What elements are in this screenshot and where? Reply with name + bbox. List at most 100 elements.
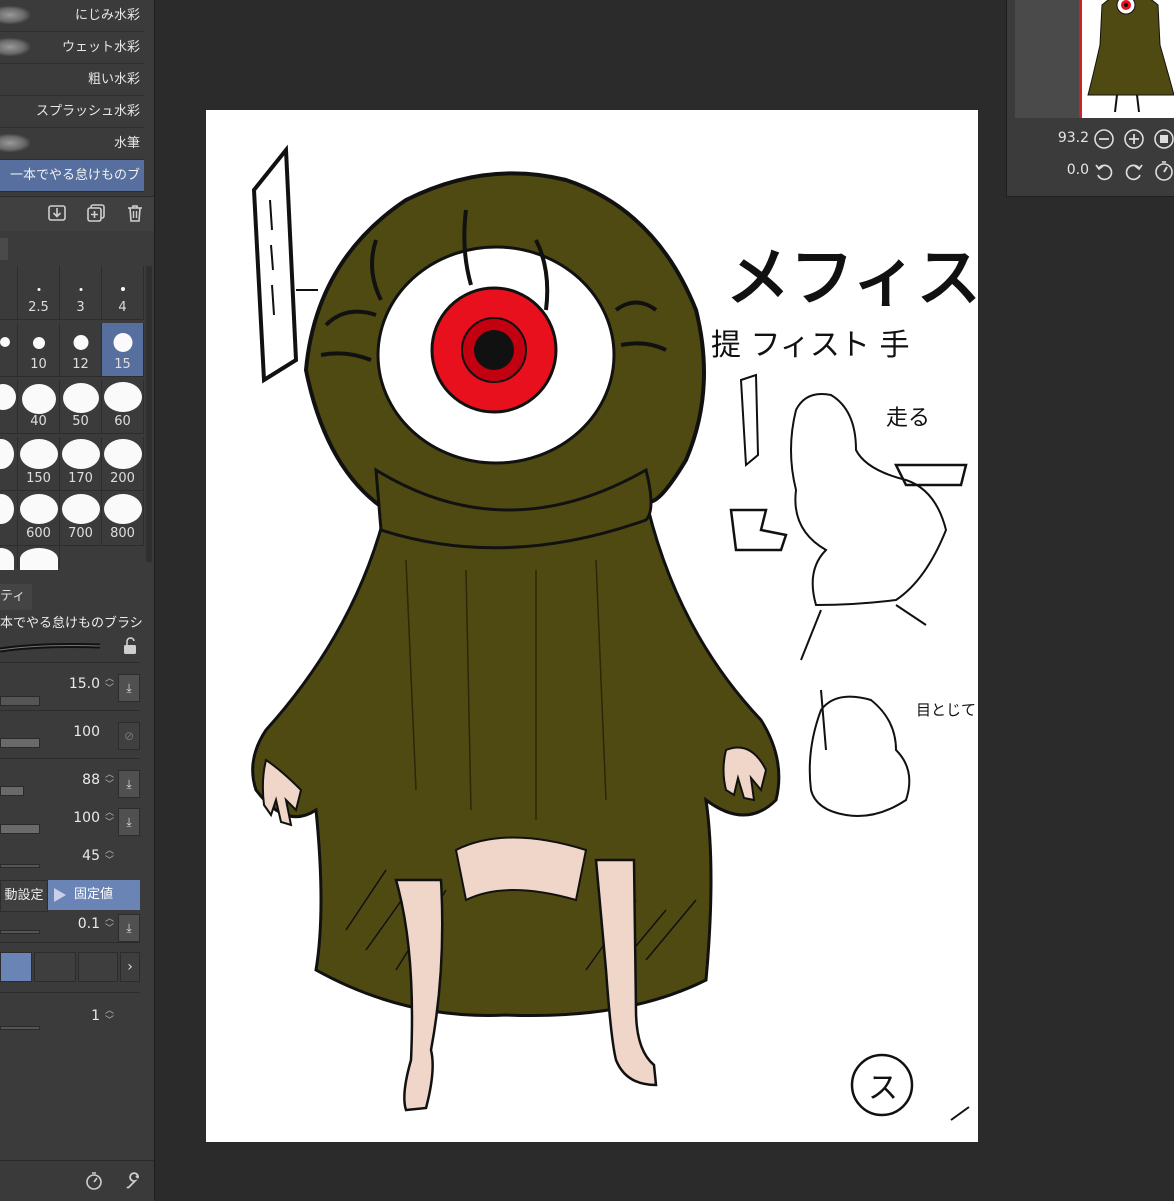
property-stepper[interactable]: ︿ ﹀ <box>105 846 114 866</box>
opacity-value: 100 <box>73 724 100 740</box>
rotation-value: 0.0 <box>1066 162 1089 178</box>
size-label: 700 <box>68 526 93 541</box>
size-cell[interactable]: 150 <box>18 437 60 491</box>
divider <box>0 758 140 759</box>
zoom-out-icon[interactable] <box>1093 128 1115 150</box>
fixed-value-label: 固定値 <box>74 887 114 902</box>
navigator-thumbnail[interactable] <box>1015 0 1174 118</box>
note-close-eyes: 目とじて すわる。 <box>916 701 978 719</box>
zoom-in-icon[interactable] <box>1123 128 1145 150</box>
trash-icon[interactable] <box>125 203 145 223</box>
brush-item-rough[interactable]: 粗い水彩 <box>0 64 144 96</box>
size-cell[interactable]: 2.5 <box>18 266 60 320</box>
size-cell[interactable] <box>0 323 18 377</box>
segment-option[interactable] <box>34 952 76 982</box>
chevron-right-icon[interactable]: › <box>120 952 140 982</box>
property-stepper[interactable]: ︿ ﹀ <box>105 914 114 934</box>
size-label: 800 <box>110 526 135 541</box>
size-cell[interactable] <box>0 492 18 546</box>
property-stepper[interactable]: ︿ ﹀ <box>105 808 114 828</box>
rotation-row: 0.0 <box>1015 154 1174 188</box>
divider <box>0 710 140 711</box>
brush-stroke-preview <box>0 636 101 656</box>
brush-item-wet[interactable]: ウェット水彩 <box>0 32 144 64</box>
size-cell[interactable]: 10 <box>18 323 60 377</box>
property-stepper[interactable]: ︿ ﹀ <box>105 770 114 790</box>
size-cell[interactable] <box>18 546 60 570</box>
size-cell[interactable]: 600 <box>18 492 60 546</box>
size-cell-selected[interactable]: 15 <box>102 323 144 377</box>
brush-stroke-preview <box>0 134 30 152</box>
unlock-icon[interactable] <box>120 636 140 656</box>
size-cell[interactable]: 170 <box>60 437 102 491</box>
panel-tab-edge <box>0 238 8 260</box>
artwork: メフィスト 提 フィスト 手 走る 目とじて すわる。 ス <box>251 144 978 1121</box>
fit-screen-icon[interactable] <box>1153 128 1174 150</box>
size-stepper[interactable]: ︿ ﹀ <box>105 674 114 694</box>
zoom-row: 93.2 <box>1015 122 1174 156</box>
tool-property-tab[interactable]: ティ <box>0 584 32 610</box>
size-grid-scrollbar[interactable] <box>146 266 152 562</box>
size-cell[interactable]: 700 <box>60 492 102 546</box>
duplicate-icon[interactable] <box>86 203 106 223</box>
size-cell[interactable]: 50 <box>60 380 102 434</box>
size-cell[interactable]: 12 <box>60 323 102 377</box>
size-cell[interactable] <box>0 546 18 570</box>
rotate-right-icon[interactable] <box>1123 160 1145 182</box>
thumbnail-canvas <box>1079 0 1174 118</box>
pressure-settings-button[interactable]: ⤓ <box>118 674 140 702</box>
size-label: 15 <box>114 357 131 372</box>
size-cell[interactable] <box>0 437 18 491</box>
segment-option[interactable] <box>0 952 32 982</box>
property-slider[interactable] <box>0 1026 40 1030</box>
brush-item-nijimi[interactable]: にじみ水彩 <box>0 0 144 32</box>
brush-label: ウェット水彩 <box>61 40 140 55</box>
dynamic-setting-button[interactable]: 動設定 <box>0 880 48 912</box>
size-label: 170 <box>68 471 93 486</box>
fixed-value-button[interactable]: 固定値 <box>48 880 140 910</box>
import-icon[interactable] <box>47 203 67 223</box>
brush-item-water-brush[interactable]: 水筆 <box>0 128 144 160</box>
size-cell[interactable] <box>0 380 18 434</box>
size-cell[interactable]: 40 <box>18 380 60 434</box>
brush-name: 本でやる怠けものブラシ <box>0 616 143 631</box>
opacity-slider[interactable] <box>0 738 40 748</box>
rotate-left-icon[interactable] <box>1093 160 1115 182</box>
size-cell[interactable]: 800 <box>102 492 144 546</box>
divider <box>0 992 140 993</box>
timer-icon[interactable] <box>84 1171 104 1191</box>
artwork-subtitle: 提 フィスト 手 <box>711 328 909 363</box>
property-slider[interactable] <box>0 824 40 834</box>
pressure-settings-button[interactable]: ⤓ <box>118 914 140 942</box>
size-label: 50 <box>72 414 89 429</box>
property-value: 100 <box>73 810 100 826</box>
size-cell[interactable] <box>0 266 18 320</box>
wrench-icon[interactable] <box>124 1171 144 1191</box>
property-stepper[interactable]: ︿ ﹀ <box>105 1006 114 1026</box>
size-cell[interactable]: 200 <box>102 437 144 491</box>
size-label: 4 <box>118 300 127 315</box>
size-cell[interactable]: 3 <box>60 266 102 320</box>
size-slider[interactable] <box>0 696 40 706</box>
segment-option[interactable] <box>78 952 118 982</box>
pressure-settings-button[interactable]: ⤓ <box>118 808 140 836</box>
property-row-45: 45 ︿ ﹀ <box>0 844 154 880</box>
size-cell[interactable]: 60 <box>102 380 144 434</box>
brush-item-splash[interactable]: スプラッシュ水彩 <box>0 96 144 128</box>
size-label: 40 <box>30 414 47 429</box>
brush-stroke-preview <box>0 6 30 24</box>
artwork-title: メフィスト <box>726 242 978 316</box>
brush-item-lazy[interactable]: 一本でやる怠けものブ <box>0 160 144 192</box>
disabled-setting-icon: ⊘ <box>118 722 140 750</box>
pressure-settings-button[interactable]: ⤓ <box>118 770 140 798</box>
signature: ス <box>868 1071 898 1106</box>
drawing-canvas[interactable]: メフィスト 提 フィスト 手 走る 目とじて すわる。 ス <box>206 110 978 1142</box>
divider <box>0 942 140 943</box>
reset-rotation-icon[interactable] <box>1153 160 1174 182</box>
property-slider[interactable] <box>0 864 40 868</box>
size-cell[interactable]: 4 <box>102 266 144 320</box>
brush-toolbar <box>0 196 154 231</box>
size-label: 200 <box>110 471 135 486</box>
property-slider[interactable] <box>0 786 24 796</box>
property-slider[interactable] <box>0 930 40 934</box>
